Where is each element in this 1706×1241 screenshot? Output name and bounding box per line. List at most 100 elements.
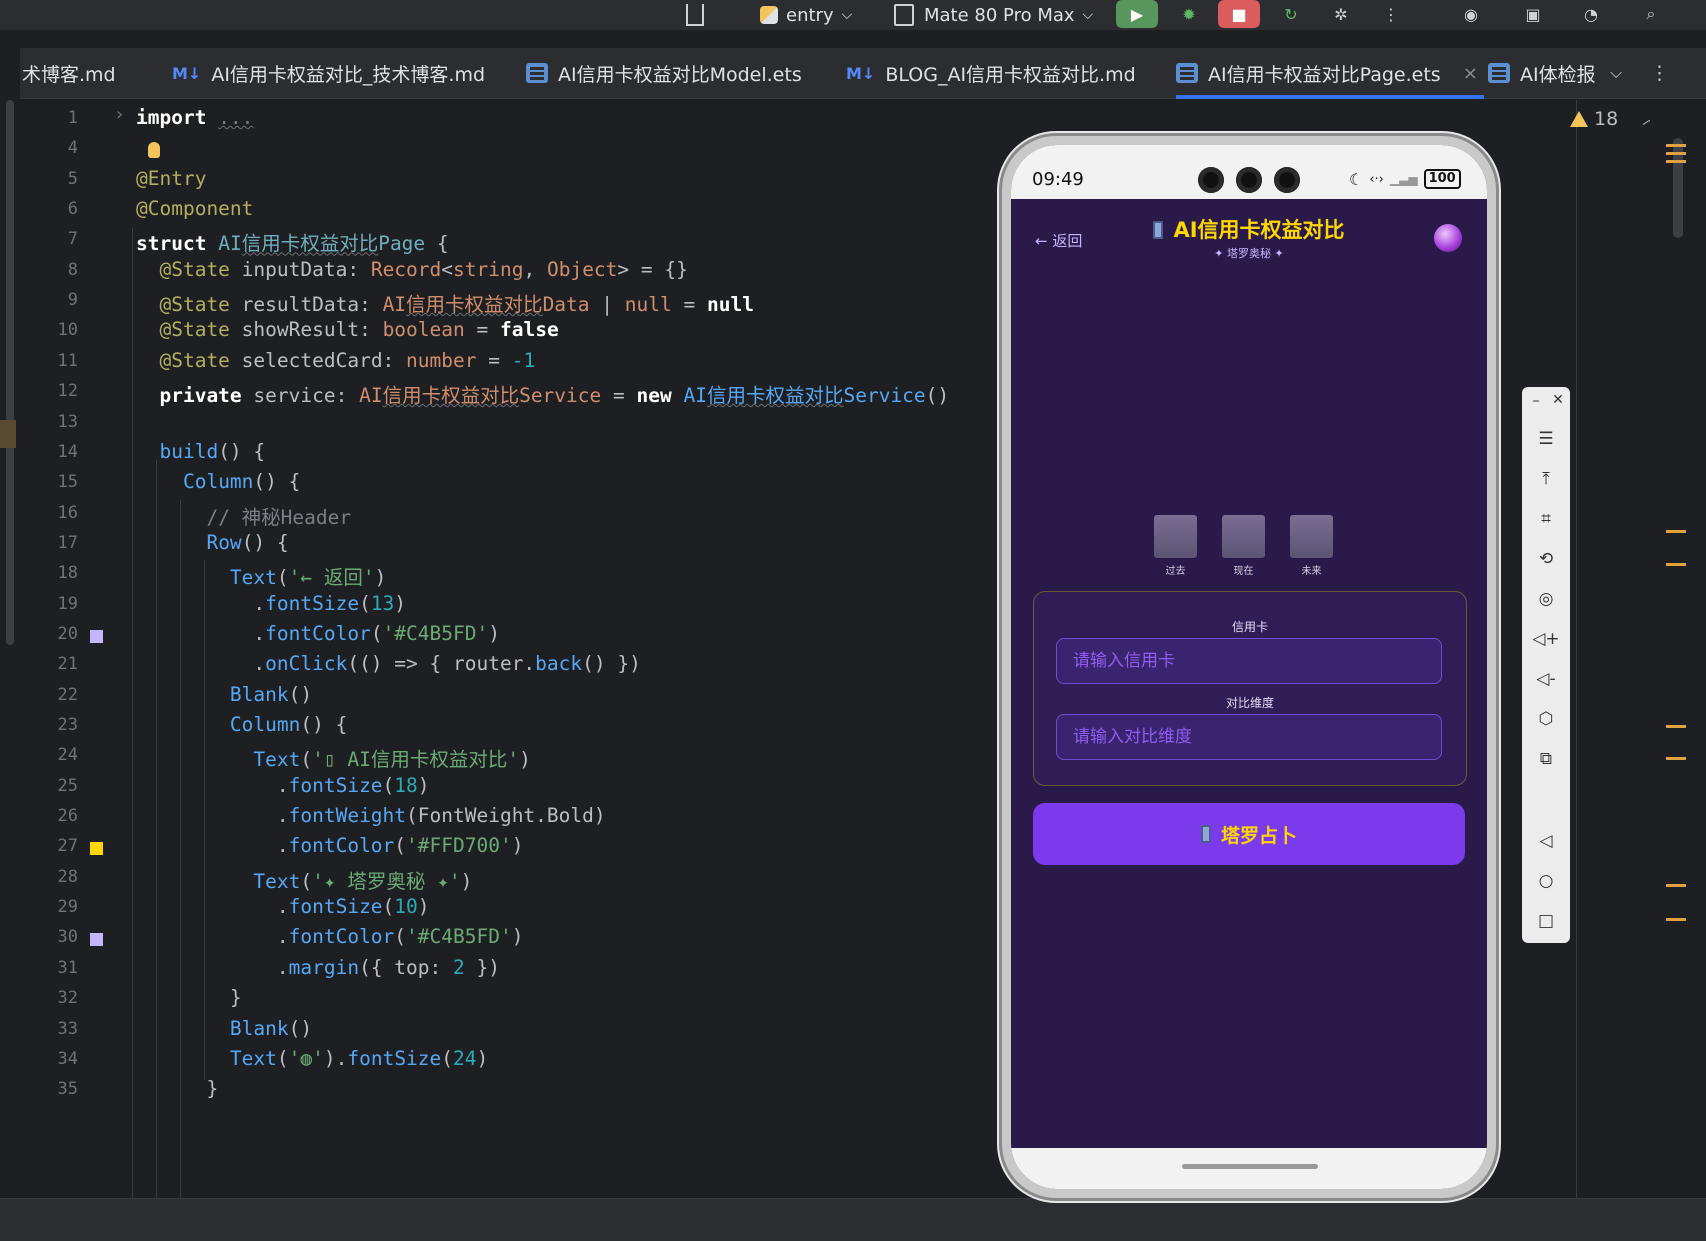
- debug-button[interactable]: ✹: [1168, 0, 1210, 28]
- tab-page-ets[interactable]: AI信用卡权益对比Page.ets ×: [1176, 48, 1484, 99]
- code-line[interactable]: }: [136, 1077, 218, 1100]
- warning-stripe[interactable]: [1666, 757, 1686, 760]
- code-line[interactable]: .onClick(() => { router.back() }): [136, 652, 640, 675]
- line-number[interactable]: 31: [20, 958, 78, 978]
- line-number[interactable]: 19: [20, 594, 78, 614]
- rerun-button[interactable]: ↻: [1270, 0, 1312, 28]
- code-line[interactable]: @State inputData: Record<string, Object>…: [136, 258, 687, 281]
- device-selector[interactable]: Mate 80 Pro Max ⌵: [894, 0, 1093, 30]
- tabs-dropdown-button[interactable]: ⌵: [1610, 48, 1622, 98]
- warning-stripe[interactable]: [1666, 563, 1686, 566]
- code-line[interactable]: struct AI信用卡权益对比Page {: [136, 227, 449, 256]
- attach-debugger-button[interactable]: ✲: [1320, 0, 1362, 28]
- line-number[interactable]: 21: [20, 654, 78, 674]
- line-number[interactable]: 22: [20, 685, 78, 705]
- build-target-icon[interactable]: [686, 0, 704, 30]
- code-line[interactable]: @State resultData: AI信用卡权益对比Data | null …: [136, 288, 753, 317]
- line-number[interactable]: 20: [20, 624, 78, 644]
- module-selector[interactable]: entry ⌵: [760, 0, 852, 30]
- line-number[interactable]: 14: [20, 442, 78, 462]
- code-line[interactable]: Row() {: [136, 531, 288, 554]
- code-line[interactable]: .fontSize(13): [136, 592, 406, 615]
- code-line[interactable]: .fontWeight(FontWeight.Bold): [136, 804, 606, 827]
- line-number[interactable]: 15: [20, 472, 78, 492]
- line-number[interactable]: 29: [20, 897, 78, 917]
- code-line[interactable]: @State selectedCard: number = -1: [136, 349, 535, 372]
- line-number[interactable]: 9: [20, 290, 78, 310]
- line-number[interactable]: 12: [20, 381, 78, 401]
- code-line[interactable]: .fontColor('#C4B5FD'): [136, 925, 524, 948]
- warning-stripe[interactable]: [1666, 725, 1686, 728]
- multi-screen-icon[interactable]: ⧉: [1522, 749, 1570, 769]
- run-button[interactable]: ▶: [1116, 0, 1158, 28]
- credit-card-input[interactable]: [1056, 638, 1442, 684]
- line-number[interactable]: 30: [20, 927, 78, 947]
- line-number[interactable]: 32: [20, 988, 78, 1008]
- lightbulb-icon[interactable]: [148, 142, 160, 158]
- line-number[interactable]: 6: [20, 199, 78, 219]
- code-line[interactable]: Column() {: [136, 470, 300, 493]
- code-line[interactable]: Text('▯ AI信用卡权益对比'): [136, 743, 530, 772]
- code-line[interactable]: @Entry: [136, 167, 206, 190]
- code-line[interactable]: import ...: [136, 106, 253, 129]
- code-line[interactable]: Blank(): [136, 1017, 312, 1040]
- line-number[interactable]: 23: [20, 715, 78, 735]
- nav-recents-icon[interactable]: □: [1522, 911, 1570, 931]
- line-number[interactable]: 4: [20, 138, 78, 158]
- menu-icon[interactable]: ☰: [1522, 429, 1570, 449]
- assistant-button[interactable]: ◉: [1450, 0, 1492, 28]
- line-number[interactable]: 16: [20, 503, 78, 523]
- line-number[interactable]: 33: [20, 1019, 78, 1039]
- search-button[interactable]: ⌕: [1630, 0, 1672, 28]
- code-line[interactable]: Blank(): [136, 683, 312, 706]
- rotate-device-icon[interactable]: ⬡: [1522, 709, 1570, 729]
- warning-stripe[interactable]: [1666, 144, 1686, 147]
- code-line[interactable]: @Component: [136, 197, 253, 220]
- line-number[interactable]: 11: [20, 351, 78, 371]
- code-line[interactable]: // 神秘Header: [136, 501, 351, 530]
- color-swatch-icon[interactable]: [90, 842, 103, 856]
- tab-blog-ai-md[interactable]: M↓ BLOG_AI信用卡权益对比.md: [846, 48, 1136, 98]
- tab-ai-report[interactable]: AI体检报: [1488, 48, 1598, 98]
- code-line[interactable]: .fontColor('#FFD700'): [136, 834, 524, 857]
- rotate-icon[interactable]: ⟲: [1522, 549, 1570, 569]
- volume-up-icon[interactable]: ◁+: [1522, 629, 1570, 649]
- line-number[interactable]: 8: [20, 260, 78, 280]
- pin-top-icon[interactable]: ⤒: [1522, 469, 1570, 489]
- volume-down-icon[interactable]: ◁-: [1522, 669, 1570, 689]
- line-number[interactable]: 1: [20, 108, 78, 128]
- home-indicator[interactable]: [1182, 1164, 1318, 1169]
- line-number[interactable]: 26: [20, 806, 78, 826]
- scrollbar-thumb[interactable]: [6, 100, 14, 645]
- line-number[interactable]: 35: [20, 1079, 78, 1099]
- tarot-card-future[interactable]: [1290, 515, 1333, 558]
- line-number[interactable]: 34: [20, 1049, 78, 1069]
- line-number[interactable]: 17: [20, 533, 78, 553]
- tarot-card-present[interactable]: [1222, 515, 1265, 558]
- code-line[interactable]: }: [136, 986, 242, 1009]
- warning-stripe[interactable]: [1666, 530, 1686, 533]
- code-line[interactable]: private service: AI信用卡权益对比Service = new …: [136, 379, 949, 408]
- nav-home-icon[interactable]: ○: [1522, 871, 1570, 891]
- screenshot-icon[interactable]: ◎: [1522, 589, 1570, 609]
- color-swatch-icon[interactable]: [90, 629, 103, 643]
- line-number[interactable]: 25: [20, 776, 78, 796]
- color-swatch-icon[interactable]: [90, 933, 103, 947]
- warning-stripe[interactable]: [1666, 884, 1686, 887]
- fold-expand-icon[interactable]: ›: [116, 104, 123, 125]
- warning-stripe[interactable]: [1666, 918, 1686, 921]
- tab-model-ets[interactable]: AI信用卡权益对比Model.ets: [526, 48, 802, 98]
- stop-button[interactable]: ■: [1218, 0, 1260, 28]
- code-line[interactable]: .fontColor('#C4B5FD'): [136, 622, 500, 645]
- code-line[interactable]: @State showResult: boolean = false: [136, 318, 558, 341]
- code-line[interactable]: Column() {: [136, 713, 347, 736]
- tab-tech-blog-md[interactable]: M↓ AI信用卡权益对比_技术博客.md: [172, 48, 485, 98]
- close-icon[interactable]: ✕: [1534, 392, 1582, 408]
- dimension-input[interactable]: [1056, 714, 1442, 760]
- line-number[interactable]: 10: [20, 320, 78, 340]
- warning-stripe[interactable]: [1666, 152, 1686, 155]
- more-actions-button[interactable]: ⋮: [1370, 0, 1412, 28]
- tabs-more-button[interactable]: ⋮: [1650, 48, 1669, 98]
- line-number[interactable]: 28: [20, 867, 78, 887]
- line-number[interactable]: 5: [20, 169, 78, 189]
